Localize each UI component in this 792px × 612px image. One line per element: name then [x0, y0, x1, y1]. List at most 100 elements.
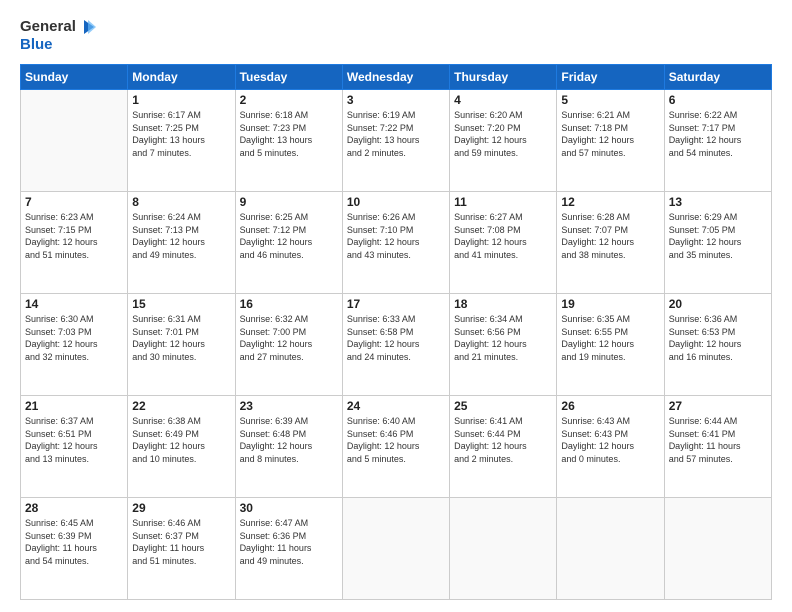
day-info: Sunrise: 6:19 AM Sunset: 7:22 PM Dayligh… — [347, 109, 445, 159]
logo-blue: Blue — [20, 36, 96, 54]
day-info: Sunrise: 6:39 AM Sunset: 6:48 PM Dayligh… — [240, 415, 338, 465]
calendar-cell — [664, 498, 771, 600]
logo-general: General — [20, 18, 76, 36]
day-info: Sunrise: 6:20 AM Sunset: 7:20 PM Dayligh… — [454, 109, 552, 159]
header-saturday: Saturday — [664, 65, 771, 90]
day-number: 28 — [25, 501, 123, 515]
day-info: Sunrise: 6:36 AM Sunset: 6:53 PM Dayligh… — [669, 313, 767, 363]
day-info: Sunrise: 6:27 AM Sunset: 7:08 PM Dayligh… — [454, 211, 552, 261]
day-number: 1 — [132, 93, 230, 107]
week-row-1: 1 Sunrise: 6:17 AM Sunset: 7:25 PM Daylig… — [21, 90, 772, 192]
calendar-cell: 9 Sunrise: 6:25 AM Sunset: 7:12 PM Daylig… — [235, 192, 342, 294]
day-info: Sunrise: 6:40 AM Sunset: 6:46 PM Dayligh… — [347, 415, 445, 465]
calendar-cell — [450, 498, 557, 600]
day-info: Sunrise: 6:34 AM Sunset: 6:56 PM Dayligh… — [454, 313, 552, 363]
calendar-cell: 8 Sunrise: 6:24 AM Sunset: 7:13 PM Daylig… — [128, 192, 235, 294]
week-row-2: 7 Sunrise: 6:23 AM Sunset: 7:15 PM Daylig… — [21, 192, 772, 294]
day-number: 13 — [669, 195, 767, 209]
calendar-cell: 18Sunrise: 6:34 AM Sunset: 6:56 PM Dayli… — [450, 294, 557, 396]
day-number: 14 — [25, 297, 123, 311]
calendar-cell: 26Sunrise: 6:43 AM Sunset: 6:43 PM Dayli… — [557, 396, 664, 498]
calendar-header-row: SundayMondayTuesdayWednesdayThursdayFrid… — [21, 65, 772, 90]
day-number: 25 — [454, 399, 552, 413]
calendar-cell: 16 Sunrise: 6:32 AM Sunset: 7:00 PM Dayli… — [235, 294, 342, 396]
calendar-cell: 27 Sunrise: 6:44 AM Sunset: 6:41 PM Dayli… — [664, 396, 771, 498]
day-number: 29 — [132, 501, 230, 515]
day-info: Sunrise: 6:30 AM Sunset: 7:03 PM Dayligh… — [25, 313, 123, 363]
day-number: 7 — [25, 195, 123, 209]
day-info: Sunrise: 6:45 AM Sunset: 6:39 PM Dayligh… — [25, 517, 123, 567]
day-number: 26 — [561, 399, 659, 413]
calendar-cell: 13 Sunrise: 6:29 AM Sunset: 7:05 PM Dayli… — [664, 192, 771, 294]
day-info: Sunrise: 6:26 AM Sunset: 7:10 PM Dayligh… — [347, 211, 445, 261]
day-info: Sunrise: 6:24 AM Sunset: 7:13 PM Dayligh… — [132, 211, 230, 261]
day-info: Sunrise: 6:18 AM Sunset: 7:23 PM Dayligh… — [240, 109, 338, 159]
day-info: Sunrise: 6:21 AM Sunset: 7:18 PM Dayligh… — [561, 109, 659, 159]
calendar-cell: 15 Sunrise: 6:31 AM Sunset: 7:01 PM Dayli… — [128, 294, 235, 396]
day-info: Sunrise: 6:41 AM Sunset: 6:44 PM Dayligh… — [454, 415, 552, 465]
day-number: 11 — [454, 195, 552, 209]
calendar-cell: 4 Sunrise: 6:20 AM Sunset: 7:20 PM Daylig… — [450, 90, 557, 192]
calendar-cell: 5 Sunrise: 6:21 AM Sunset: 7:18 PM Daylig… — [557, 90, 664, 192]
day-number: 5 — [561, 93, 659, 107]
calendar-cell — [21, 90, 128, 192]
calendar-cell: 28 Sunrise: 6:45 AM Sunset: 6:39 PM Dayli… — [21, 498, 128, 600]
calendar-cell: 21 Sunrise: 6:37 AM Sunset: 6:51 PM Dayli… — [21, 396, 128, 498]
day-number: 27 — [669, 399, 767, 413]
calendar-cell: 11 Sunrise: 6:27 AM Sunset: 7:08 PM Dayli… — [450, 192, 557, 294]
calendar-cell: 25 Sunrise: 6:41 AM Sunset: 6:44 PM Dayli… — [450, 396, 557, 498]
calendar-cell: 14 Sunrise: 6:30 AM Sunset: 7:03 PM Dayli… — [21, 294, 128, 396]
day-info: Sunrise: 6:46 AM Sunset: 6:37 PM Dayligh… — [132, 517, 230, 567]
day-info: Sunrise: 6:37 AM Sunset: 6:51 PM Dayligh… — [25, 415, 123, 465]
day-number: 8 — [132, 195, 230, 209]
calendar-cell: 6 Sunrise: 6:22 AM Sunset: 7:17 PM Daylig… — [664, 90, 771, 192]
day-info: Sunrise: 6:23 AM Sunset: 7:15 PM Dayligh… — [25, 211, 123, 261]
header-thursday: Thursday — [450, 65, 557, 90]
calendar-cell: 20 Sunrise: 6:36 AM Sunset: 6:53 PM Dayli… — [664, 294, 771, 396]
header-tuesday: Tuesday — [235, 65, 342, 90]
calendar-cell: 22Sunrise: 6:38 AM Sunset: 6:49 PM Dayli… — [128, 396, 235, 498]
calendar-cell: 2 Sunrise: 6:18 AM Sunset: 7:23 PM Daylig… — [235, 90, 342, 192]
day-info: Sunrise: 6:33 AM Sunset: 6:58 PM Dayligh… — [347, 313, 445, 363]
header-sunday: Sunday — [21, 65, 128, 90]
day-number: 9 — [240, 195, 338, 209]
day-number: 23 — [240, 399, 338, 413]
day-number: 15 — [132, 297, 230, 311]
day-number: 21 — [25, 399, 123, 413]
calendar-cell — [557, 498, 664, 600]
calendar-cell: 7 Sunrise: 6:23 AM Sunset: 7:15 PM Daylig… — [21, 192, 128, 294]
day-number: 6 — [669, 93, 767, 107]
day-info: Sunrise: 6:29 AM Sunset: 7:05 PM Dayligh… — [669, 211, 767, 261]
day-number: 22 — [132, 399, 230, 413]
header-monday: Monday — [128, 65, 235, 90]
calendar-cell: 23 Sunrise: 6:39 AM Sunset: 6:48 PM Dayli… — [235, 396, 342, 498]
calendar-cell: 1 Sunrise: 6:17 AM Sunset: 7:25 PM Daylig… — [128, 90, 235, 192]
day-number: 19 — [561, 297, 659, 311]
day-info: Sunrise: 6:22 AM Sunset: 7:17 PM Dayligh… — [669, 109, 767, 159]
day-number: 24 — [347, 399, 445, 413]
day-number: 16 — [240, 297, 338, 311]
calendar-cell: 17Sunrise: 6:33 AM Sunset: 6:58 PM Dayli… — [342, 294, 449, 396]
week-row-3: 14 Sunrise: 6:30 AM Sunset: 7:03 PM Dayli… — [21, 294, 772, 396]
header-wednesday: Wednesday — [342, 65, 449, 90]
day-number: 2 — [240, 93, 338, 107]
day-info: Sunrise: 6:32 AM Sunset: 7:00 PM Dayligh… — [240, 313, 338, 363]
day-number: 10 — [347, 195, 445, 209]
day-info: Sunrise: 6:17 AM Sunset: 7:25 PM Dayligh… — [132, 109, 230, 159]
day-info: Sunrise: 6:25 AM Sunset: 7:12 PM Dayligh… — [240, 211, 338, 261]
day-number: 4 — [454, 93, 552, 107]
calendar-cell: 12Sunrise: 6:28 AM Sunset: 7:07 PM Dayli… — [557, 192, 664, 294]
calendar-cell: 10 Sunrise: 6:26 AM Sunset: 7:10 PM Dayli… — [342, 192, 449, 294]
calendar-cell: 19 Sunrise: 6:35 AM Sunset: 6:55 PM Dayli… — [557, 294, 664, 396]
day-info: Sunrise: 6:35 AM Sunset: 6:55 PM Dayligh… — [561, 313, 659, 363]
day-info: Sunrise: 6:44 AM Sunset: 6:41 PM Dayligh… — [669, 415, 767, 465]
calendar-cell: 3Sunrise: 6:19 AM Sunset: 7:22 PM Daylig… — [342, 90, 449, 192]
day-info: Sunrise: 6:31 AM Sunset: 7:01 PM Dayligh… — [132, 313, 230, 363]
week-row-5: 28 Sunrise: 6:45 AM Sunset: 6:39 PM Dayli… — [21, 498, 772, 600]
logo: General Blue — [20, 18, 96, 54]
logo-arrow-icon — [78, 18, 96, 36]
page: General Blue SundayMondayTuesdayWednesda… — [0, 0, 792, 612]
calendar-cell — [342, 498, 449, 600]
day-number: 20 — [669, 297, 767, 311]
day-info: Sunrise: 6:47 AM Sunset: 6:36 PM Dayligh… — [240, 517, 338, 567]
